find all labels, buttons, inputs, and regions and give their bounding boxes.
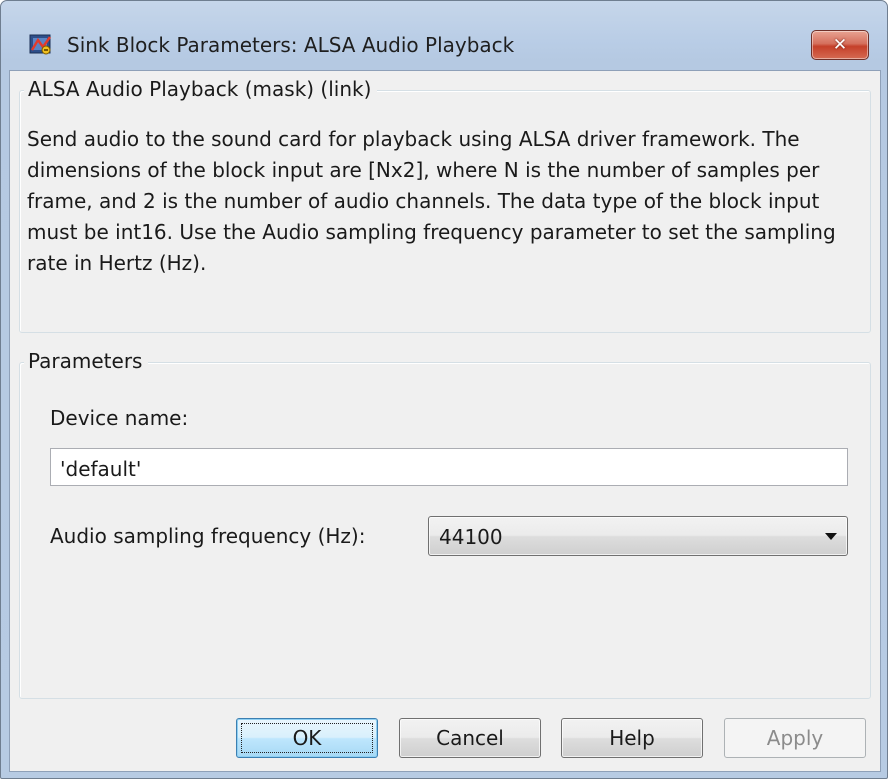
- mask-group-title: ALSA Audio Playback (mask) (link): [24, 77, 378, 101]
- close-button[interactable]: ✕: [811, 30, 869, 60]
- close-icon: ✕: [832, 35, 848, 55]
- dialog-window: Sink Block Parameters: ALSA Audio Playba…: [0, 0, 888, 779]
- sampling-frequency-value: 44100: [439, 525, 503, 549]
- title-bar[interactable]: Sink Block Parameters: ALSA Audio Playba…: [1, 1, 887, 60]
- help-button-label: Help: [609, 726, 655, 750]
- help-button[interactable]: Help: [561, 718, 703, 758]
- window-title: Sink Block Parameters: ALSA Audio Playba…: [67, 33, 515, 57]
- simulink-block-icon: [29, 34, 51, 55]
- chevron-down-icon[interactable]: [825, 533, 837, 540]
- device-name-label: Device name:: [50, 406, 189, 430]
- sampling-frequency-dropdown[interactable]: 44100: [428, 516, 848, 556]
- dialog-client-area: ALSA Audio Playback (mask) (link) Send a…: [9, 70, 881, 772]
- device-name-input[interactable]: 'default': [50, 448, 848, 486]
- sampling-frequency-label: Audio sampling frequency (Hz):: [50, 524, 366, 548]
- mask-description-text: Send audio to the sound card for playbac…: [27, 127, 836, 275]
- ok-button[interactable]: OK: [236, 718, 378, 758]
- parameters-group-title: Parameters: [24, 349, 149, 373]
- cancel-button-label: Cancel: [436, 726, 504, 750]
- cancel-button[interactable]: Cancel: [399, 718, 541, 758]
- apply-button: Apply: [724, 718, 866, 758]
- apply-button-label: Apply: [766, 726, 824, 750]
- focus-rectangle: [241, 723, 373, 753]
